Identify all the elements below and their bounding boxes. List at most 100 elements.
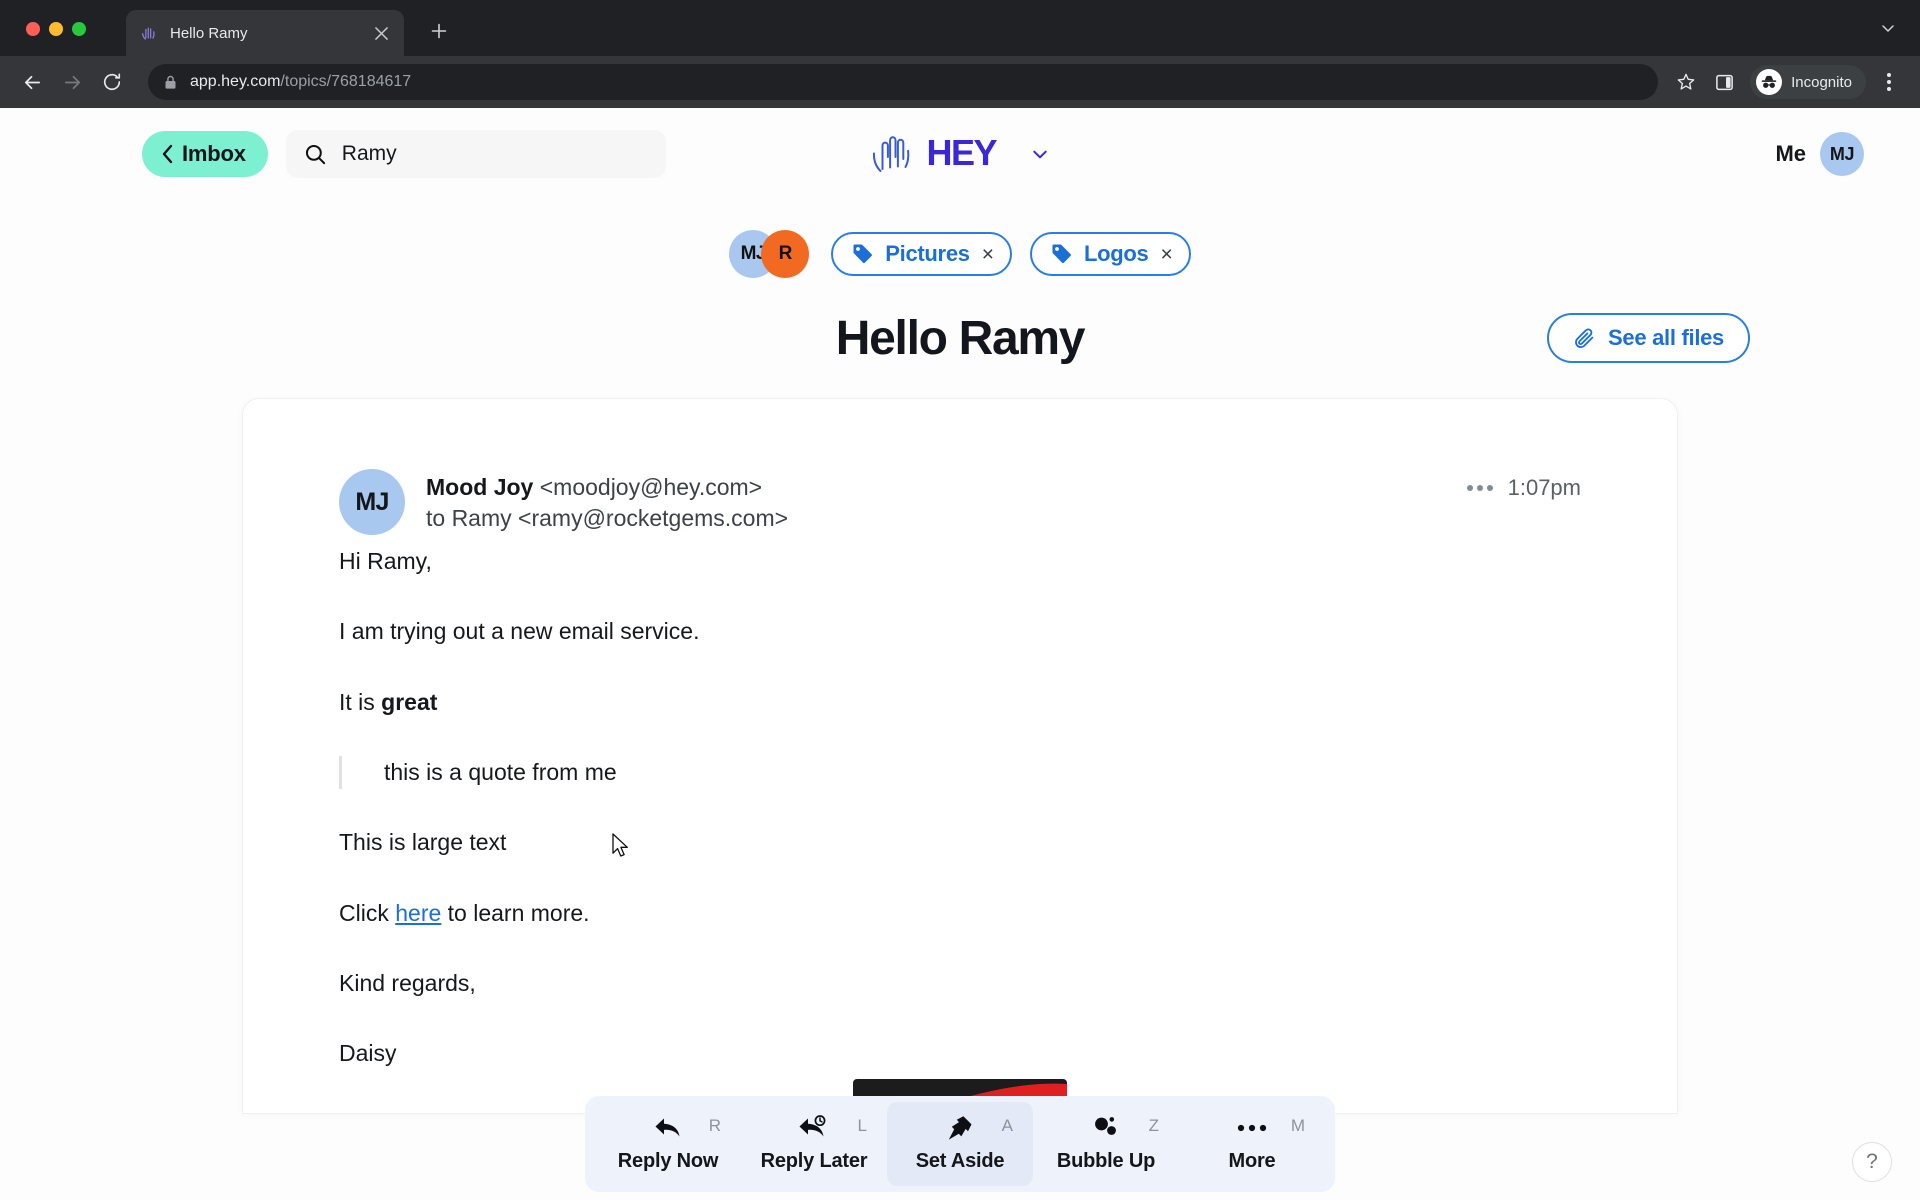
tags-row: MJ R Pictures × Logos × (0, 230, 1920, 278)
imbox-back-button[interactable]: Imbox (142, 131, 268, 177)
body-link-here[interactable]: here (395, 900, 441, 926)
message-recipient: to Ramy <ramy@rocketgems.com> (426, 505, 789, 532)
close-icon[interactable] (370, 22, 392, 44)
sender-email: <moodjoy@hey.com> (539, 474, 763, 500)
browser-toolbar: app.hey.com/topics/768184617 Incognito (0, 56, 1920, 108)
header-right: Me MJ (1775, 132, 1864, 176)
tag-pill-pictures[interactable]: Pictures × (831, 232, 1012, 276)
message-sender: Mood Joy <moodjoy@hey.com> (426, 472, 788, 502)
side-panel-icon[interactable] (1706, 64, 1742, 100)
action-set-aside[interactable]: A Set Aside (887, 1102, 1033, 1186)
back-arrow-icon[interactable] (14, 64, 50, 100)
bubbles-icon (1091, 1113, 1121, 1143)
tab-search-chevron-down-icon[interactable] (1874, 14, 1902, 42)
message-header: MJ Mood Joy <moodjoy@hey.com> to Ramy <r… (339, 469, 1581, 535)
search-value: Ramy (341, 142, 397, 165)
search-input[interactable]: Ramy (285, 130, 666, 178)
hey-wordmark: HEY (927, 135, 1021, 173)
close-icon[interactable]: × (1160, 244, 1172, 265)
action-reply-later[interactable]: L Reply Later (741, 1102, 887, 1186)
avatar[interactable]: MJ (339, 469, 405, 535)
app-header: Imbox Ramy HEY Me MJ (0, 108, 1920, 200)
body-line-1: I am trying out a new email service. (339, 618, 700, 645)
forward-arrow-icon[interactable] (54, 64, 90, 100)
action-bubble-up[interactable]: Z Bubble Up (1033, 1102, 1179, 1186)
see-all-files-button[interactable]: See all files (1547, 313, 1750, 363)
hey-waving-hand-icon (871, 133, 917, 175)
window-maximize-button[interactable] (72, 22, 86, 36)
window-controls (26, 22, 86, 36)
body-line-4-prefix: Click (339, 899, 396, 926)
svg-text:HEY: HEY (927, 135, 998, 173)
lock-icon (164, 75, 177, 90)
tag-icon (1050, 242, 1074, 266)
reload-icon[interactable] (94, 64, 130, 100)
body-line-4-suffix: to learn more. (441, 899, 590, 926)
three-dot-menu-icon[interactable] (1872, 65, 1906, 99)
action-label: Bubble Up (1056, 1150, 1156, 1172)
browser-chrome: Hello Ramy app.hey.com/topics/768184617 … (0, 0, 1920, 108)
window-close-button[interactable] (26, 22, 40, 36)
action-more[interactable]: M More (1179, 1102, 1325, 1186)
browser-tab[interactable]: Hello Ramy (126, 10, 404, 56)
body-quote-text: this is a quote from me (384, 759, 617, 786)
incognito-label: Incognito (1791, 73, 1852, 91)
action-shortcut-key: A (1001, 1116, 1013, 1135)
tag-pill-logos[interactable]: Logos × (1029, 232, 1191, 276)
email-card: MJ Mood Joy <moodjoy@hey.com> to Ramy <r… (243, 399, 1677, 1113)
sender-name: Mood Joy (426, 474, 534, 500)
incognito-profile-chip[interactable]: Incognito (1750, 65, 1866, 99)
body-blockquote: this is a quote from me (339, 756, 1581, 790)
tag-icon (851, 242, 875, 266)
avatar[interactable]: R (761, 230, 810, 278)
reply-clock-icon (798, 1113, 830, 1143)
message-timestamp: 1:07pm (1507, 475, 1581, 500)
action-shortcut-key: Z (1148, 1116, 1159, 1135)
body-signoff: Kind regards, (339, 970, 476, 997)
hey-app: Imbox Ramy HEY Me MJ MJ R Pictures × Log… (0, 108, 1920, 1200)
message-actions: 1:07pm (1466, 475, 1581, 501)
message-meta: Mood Joy <moodjoy@hey.com> to Ramy <ramy… (426, 469, 788, 534)
reply-arrow-icon (653, 1113, 683, 1143)
body-signature: Daisy (339, 1040, 397, 1067)
hey-logo[interactable]: HEY (871, 133, 1050, 175)
pin-icon (946, 1113, 974, 1143)
page-title: Hello Ramy (835, 311, 1086, 365)
url-host: app.hey.com (190, 73, 281, 90)
new-tab-button[interactable] (424, 16, 454, 46)
url-path: /topics/768184617 (280, 73, 412, 90)
hey-hand-icon (140, 24, 158, 42)
body-line-2: It is great (339, 686, 1581, 719)
tag-label: Pictures (885, 241, 970, 266)
url-text: app.hey.com/topics/768184617 (190, 73, 411, 91)
me-label[interactable]: Me (1775, 141, 1806, 167)
tag-label: Logos (1083, 241, 1149, 266)
help-button[interactable]: ? (1852, 1142, 1892, 1182)
chevron-down-icon[interactable] (1031, 145, 1050, 164)
tab-title: Hello Ramy (170, 24, 248, 42)
action-shortcut-key: L (857, 1116, 867, 1135)
incognito-hat-icon (1756, 69, 1783, 95)
message-action-bar: R Reply Now L Reply Later A Set Aside Z … (585, 1096, 1335, 1192)
action-label: Reply Now (617, 1150, 719, 1172)
window-minimize-button[interactable] (49, 22, 63, 36)
close-icon[interactable]: × (982, 244, 994, 265)
body-line-4: Click here to learn more. (339, 897, 1581, 930)
imbox-label: Imbox (182, 141, 246, 166)
body-line-2-prefix: It is (339, 688, 382, 715)
chevron-left-icon (160, 143, 175, 165)
action-shortcut-key: M (1290, 1116, 1305, 1135)
paperclip-icon (1573, 327, 1596, 350)
star-icon[interactable] (1668, 64, 1704, 100)
search-icon (304, 143, 327, 166)
avatar[interactable]: MJ (1820, 132, 1864, 176)
participant-avatars[interactable]: MJ R (729, 230, 810, 278)
action-label: More (1228, 1150, 1276, 1172)
omnibox[interactable]: app.hey.com/topics/768184617 (148, 64, 1659, 100)
body-line-3: This is large text (339, 829, 507, 856)
three-dots-icon (1236, 1113, 1268, 1143)
action-reply-now[interactable]: R Reply Now (595, 1102, 741, 1186)
title-row: Hello Ramy See all files (0, 302, 1920, 374)
three-dots-icon[interactable] (1466, 485, 1493, 491)
action-label: Reply Later (760, 1150, 868, 1172)
